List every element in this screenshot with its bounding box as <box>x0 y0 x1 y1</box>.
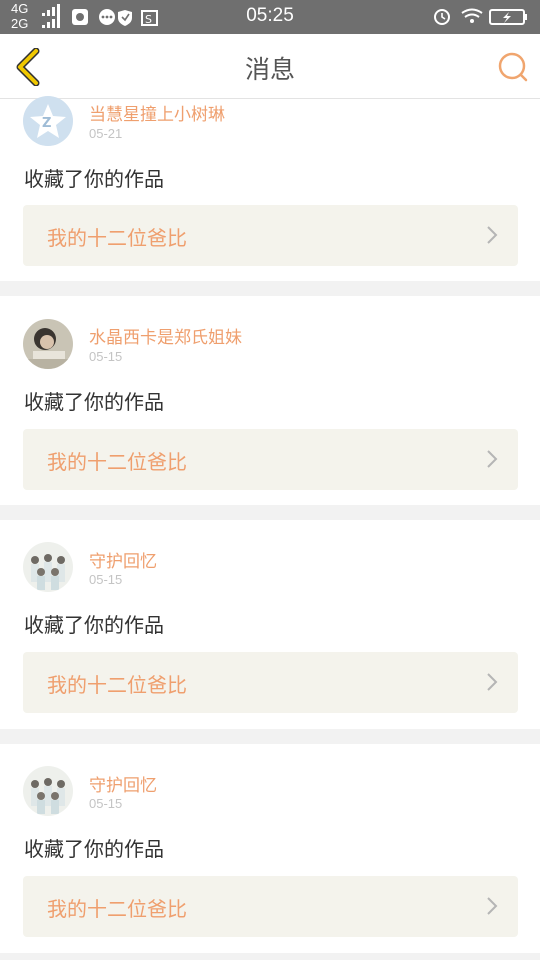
work-link[interactable]: 我的十二位爸比 <box>23 205 518 266</box>
action-text: 收藏了你的作品 <box>24 390 164 414</box>
work-link[interactable]: 我的十二位爸比 <box>23 876 518 937</box>
work-title: 我的十二位爸比 <box>47 897 187 921</box>
action-text: 收藏了你的作品 <box>24 613 164 637</box>
message-date: 05-21 <box>89 126 123 141</box>
username[interactable]: 守护回忆 <box>89 771 157 796</box>
work-link[interactable]: 我的十二位爸比 <box>23 652 518 713</box>
default-avatar-icon: Z <box>23 96 73 146</box>
app-header: 消息 <box>0 34 540 99</box>
message-card: 守护回忆 05-15 收藏了你的作品 我的十二位爸比 <box>0 744 540 953</box>
message-card: 水晶西卡是郑氏姐妹 05-15 收藏了你的作品 我的十二位爸比 <box>0 296 540 505</box>
message-date: 05-15 <box>89 349 123 364</box>
battery-charging-icon <box>489 9 527 25</box>
avatar[interactable] <box>23 766 73 816</box>
work-title: 我的十二位爸比 <box>47 450 187 474</box>
user-photo-avatar <box>23 766 73 816</box>
chevron-right-icon <box>487 450 498 468</box>
avatar[interactable] <box>23 542 73 592</box>
message-date: 05-15 <box>89 796 123 811</box>
username[interactable]: 守护回忆 <box>89 547 157 572</box>
chevron-right-icon <box>487 897 498 915</box>
work-title: 我的十二位爸比 <box>47 673 187 697</box>
search-icon <box>498 52 528 82</box>
search-button[interactable] <box>496 50 530 84</box>
work-link[interactable]: 我的十二位爸比 <box>23 429 518 490</box>
status-right-icons <box>434 8 527 25</box>
username[interactable]: 水晶西卡是郑氏姐妹 <box>89 323 242 348</box>
chevron-right-icon <box>487 226 498 244</box>
message-card: 守护回忆 05-15 收藏了你的作品 我的十二位爸比 <box>0 520 540 729</box>
wifi-icon <box>461 8 483 23</box>
user-photo-avatar <box>23 319 73 369</box>
svg-text:Z: Z <box>42 116 51 131</box>
message-card: Z 当慧星撞上小树琳 05-21 收藏了你的作品 我的十二位爸比 <box>0 96 540 281</box>
action-text: 收藏了你的作品 <box>24 167 164 191</box>
alarm-icon <box>434 9 450 25</box>
user-photo-avatar <box>23 542 73 592</box>
chevron-right-icon <box>487 673 498 691</box>
status-bar: 4G 2G S 05:25 <box>0 0 540 34</box>
username[interactable]: 当慧星撞上小树琳 <box>89 100 225 125</box>
avatar[interactable] <box>23 319 73 369</box>
work-title: 我的十二位爸比 <box>47 226 187 250</box>
action-text: 收藏了你的作品 <box>24 837 164 861</box>
message-date: 05-15 <box>89 572 123 587</box>
page-title: 消息 <box>244 55 295 84</box>
avatar[interactable]: Z <box>23 96 73 146</box>
